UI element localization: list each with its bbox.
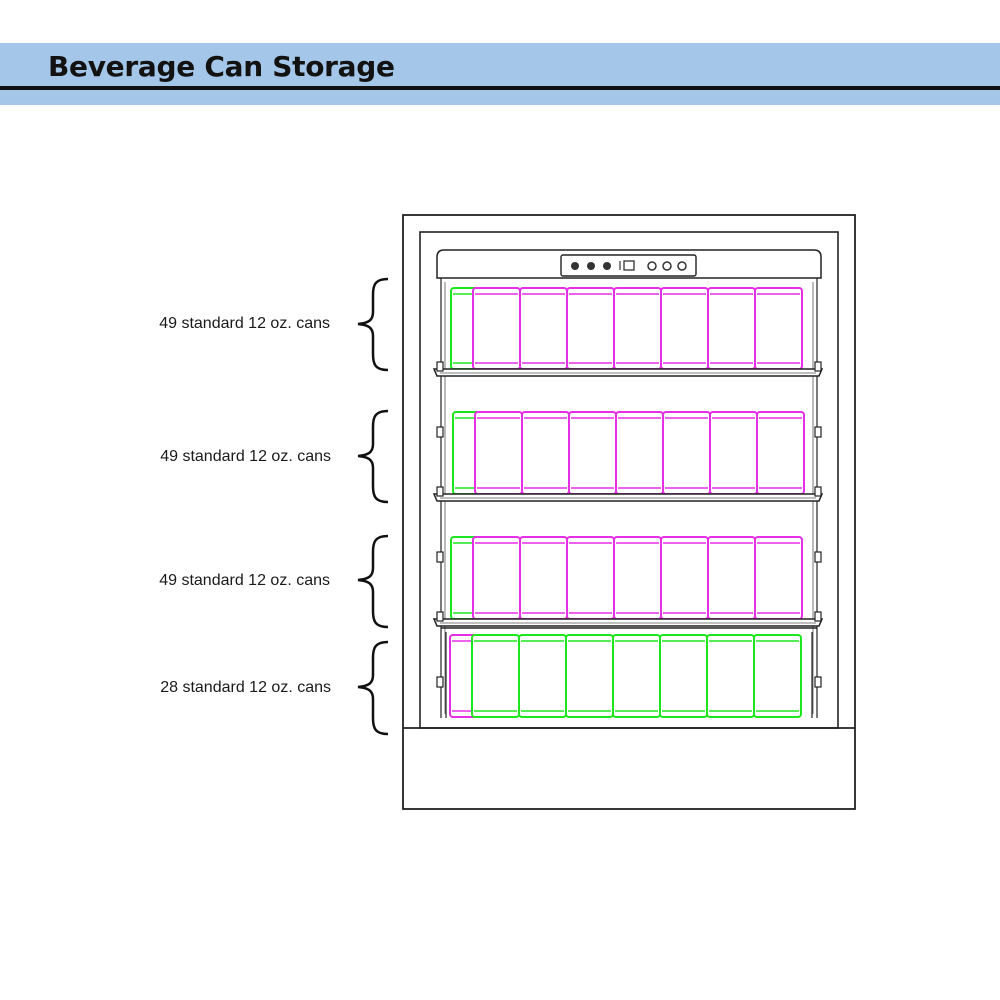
can — [568, 411, 617, 495]
button-icon — [571, 262, 579, 270]
can — [706, 634, 755, 718]
can — [519, 536, 568, 620]
can — [754, 536, 803, 620]
button-icon — [662, 261, 672, 271]
can — [521, 411, 570, 495]
control-panel — [560, 254, 697, 277]
can — [518, 634, 567, 718]
can — [707, 287, 756, 370]
can — [566, 287, 615, 370]
can — [566, 536, 615, 620]
can — [471, 634, 520, 718]
can-row-3 — [450, 536, 803, 620]
can-row-4 — [449, 634, 802, 718]
can — [707, 536, 756, 620]
button-icon — [603, 262, 611, 270]
button-icon — [647, 261, 657, 271]
can — [660, 536, 709, 620]
can — [756, 411, 805, 495]
can — [753, 634, 802, 718]
can — [660, 287, 709, 370]
can-row-2 — [452, 411, 805, 495]
can — [612, 634, 661, 718]
brace-group — [357, 277, 389, 736]
button-icon — [587, 262, 595, 270]
can — [615, 411, 664, 495]
can — [709, 411, 758, 495]
can — [659, 634, 708, 718]
can — [472, 536, 521, 620]
can — [565, 634, 614, 718]
can — [613, 287, 662, 370]
shelf-3-brace — [357, 534, 389, 629]
can — [613, 536, 662, 620]
drawer-brace — [357, 640, 389, 736]
button-icon — [677, 261, 687, 271]
can-row-1 — [450, 287, 803, 370]
can — [474, 411, 523, 495]
can — [662, 411, 711, 495]
shelf-2-brace — [357, 409, 389, 504]
refrigerator-diagram — [357, 214, 856, 810]
can — [472, 287, 521, 370]
shelf-1-brace — [357, 277, 389, 372]
can — [754, 287, 803, 370]
can — [519, 287, 568, 370]
